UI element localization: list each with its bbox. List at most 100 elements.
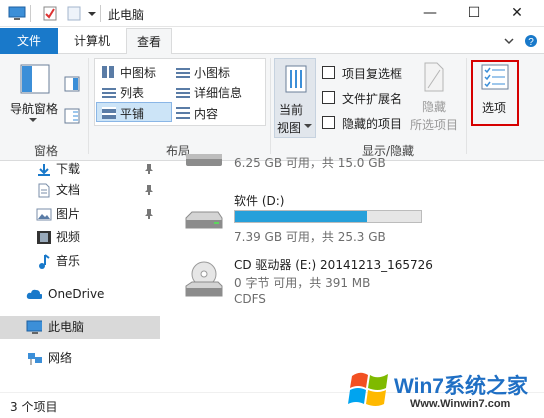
hide-selected-label-2: 所选项目	[410, 118, 459, 132]
close-button[interactable]: ✕	[497, 0, 537, 27]
current-view-label-1: 当前	[279, 103, 304, 117]
computer-icon	[8, 6, 26, 20]
picture-icon	[36, 208, 52, 221]
drive-d-space: 7.39 GB 可用，共 25.3 GB	[234, 230, 386, 244]
layout-list[interactable]: 列表	[102, 84, 144, 101]
cd-drive-icon	[185, 261, 223, 297]
chevron-down-icon	[29, 118, 37, 122]
network-icon	[28, 353, 42, 365]
chevron-down-icon[interactable]	[504, 36, 514, 46]
drive-d-usage-fill	[235, 211, 368, 222]
windows-logo-icon	[348, 372, 388, 406]
nav-item-downloads[interactable]: 下载	[0, 158, 160, 181]
sort-icon	[285, 65, 307, 93]
pin-icon[interactable]	[145, 164, 153, 174]
pin-icon[interactable]	[145, 185, 153, 195]
properties-icon[interactable]	[42, 5, 58, 22]
divider	[270, 58, 271, 154]
title-bar: 此电脑 — ☐ ✕	[0, 0, 544, 27]
nav-item-onedrive[interactable]: OneDrive	[0, 283, 160, 306]
current-view-label-2: 视图	[277, 121, 302, 135]
drive-e-name: CD 驱动器 (E:) 20141213_165726	[234, 258, 433, 272]
hidden-items-checkbox[interactable]	[322, 116, 335, 129]
layout-content[interactable]: 内容	[176, 105, 218, 122]
chevron-down-icon[interactable]	[87, 5, 97, 22]
divider	[466, 58, 467, 154]
drive-tile-d[interactable]: 软件 (D:) 7.39 GB 可用，共 25.3 GB	[180, 190, 450, 244]
drive-d-name: 软件 (D:)	[234, 194, 285, 208]
drive-d-usage-bar	[234, 210, 422, 223]
nav-pane-label: 导航窗格	[10, 102, 59, 116]
drive-tile-e[interactable]: CD 驱动器 (E:) 20141213_165726 0 字节 可用，共 39…	[180, 254, 460, 316]
minimize-button[interactable]: —	[410, 0, 450, 27]
item-checkboxes-label: 项目复选框	[342, 67, 403, 81]
divider	[30, 5, 31, 22]
nav-pane-button[interactable]: 导航窗格	[6, 60, 60, 132]
maximize-button[interactable]: ☐	[454, 0, 494, 27]
tab-computer[interactable]: 计算机	[64, 28, 120, 54]
nav-item-documents[interactable]: 文档	[0, 179, 160, 202]
drive-c-space: 6.25 GB 可用，共 15.0 GB	[234, 156, 386, 170]
ribbon: 导航窗格 窗格 中图标 小图标 列表 详细信息 平铺 内容 布局 当前 视图 项…	[0, 54, 544, 161]
list-icon	[102, 86, 116, 98]
small-icons-icon	[176, 66, 190, 78]
hidden-items-label: 隐藏的项目	[342, 117, 403, 131]
document-icon	[38, 183, 50, 198]
content-icon	[176, 107, 190, 119]
content-pane: 6.25 GB 可用，共 15.0 GB 软件 (D:) 7.39 GB 可用，…	[160, 154, 544, 392]
ribbon-tabs: 文件 计算机 查看 ?	[0, 28, 544, 55]
video-icon	[37, 231, 51, 244]
layout-tiles[interactable]: 平铺	[102, 105, 144, 122]
watermark-url: Www.Winwin7.com	[410, 398, 511, 410]
download-icon	[38, 164, 50, 176]
new-folder-icon[interactable]	[66, 5, 82, 22]
highlight-box	[471, 60, 519, 126]
layout-small-icons[interactable]: 小图标	[176, 64, 230, 81]
navigation-pane-icon	[20, 64, 50, 94]
navigation-pane: 下载 文档 图片 视频 音乐 OneDrive 此电脑 网络	[0, 162, 160, 392]
help-icon[interactable]: ?	[524, 34, 538, 48]
window-title: 此电脑	[108, 8, 145, 22]
hard-drive-icon	[186, 154, 222, 166]
music-icon	[39, 254, 50, 269]
drive-tile-c[interactable]: 6.25 GB 可用，共 15.0 GB	[180, 152, 440, 182]
hard-drive-icon	[185, 211, 223, 229]
watermark-brand: Win7系统之家	[394, 375, 528, 398]
nav-item-network[interactable]: 网络	[0, 347, 160, 370]
layout-medium-icons[interactable]: 中图标	[102, 64, 156, 81]
preview-pane-icon[interactable]	[64, 76, 80, 92]
chevron-down-icon	[304, 124, 312, 128]
svg-text:?: ?	[528, 37, 534, 48]
nav-item-this-pc[interactable]: 此电脑	[0, 316, 160, 339]
computer-icon	[26, 320, 42, 334]
tab-view[interactable]: 查看	[126, 28, 173, 55]
item-checkboxes-checkbox[interactable]	[322, 66, 335, 79]
watermark: Win7系统之家 Www.Winwin7.com	[348, 366, 544, 418]
pin-icon[interactable]	[145, 209, 153, 219]
current-view-button[interactable]: 当前 视图	[274, 58, 316, 138]
nav-item-videos[interactable]: 视频	[0, 226, 160, 249]
divider	[88, 58, 89, 154]
tab-file[interactable]: 文件	[0, 28, 58, 54]
close-icon: ✕	[511, 5, 523, 21]
drive-e-filesystem: CDFS	[234, 292, 266, 306]
tiles-icon	[102, 107, 116, 119]
file-extensions-label: 文件扩展名	[342, 92, 403, 106]
details-icon	[176, 86, 190, 98]
drive-e-space: 0 字节 可用，共 391 MB	[234, 276, 371, 290]
divider	[100, 5, 101, 22]
details-pane-icon[interactable]	[64, 108, 80, 124]
item-count: 3 个项目	[10, 400, 58, 414]
minimize-icon: —	[423, 5, 437, 21]
hide-selected-label-1: 隐藏	[422, 100, 447, 114]
hide-file-icon	[424, 62, 444, 92]
layout-details[interactable]: 详细信息	[176, 84, 242, 101]
nav-item-pictures[interactable]: 图片	[0, 203, 160, 226]
medium-icons-icon	[102, 66, 116, 78]
file-extensions-checkbox[interactable]	[322, 91, 335, 104]
group-label-panes: 窗格	[34, 144, 59, 158]
maximize-icon: ☐	[467, 5, 481, 21]
nav-item-music[interactable]: 音乐	[0, 250, 160, 273]
hide-selected-button[interactable]: 隐藏 所选项目	[406, 60, 460, 138]
cloud-icon	[26, 289, 42, 299]
